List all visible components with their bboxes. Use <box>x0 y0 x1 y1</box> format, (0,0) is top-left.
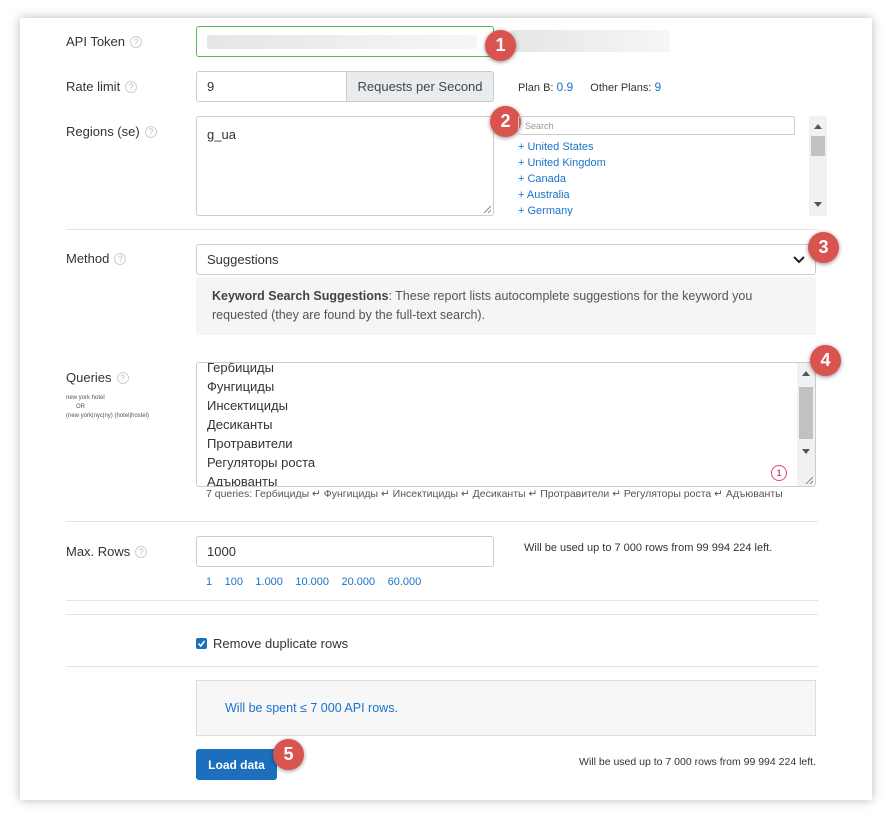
query-line: Инсектициды <box>207 398 288 413</box>
region-item[interactable]: + Germany <box>518 203 798 216</box>
regions-label: Regions (se)? <box>66 124 157 139</box>
help-icon[interactable]: ? <box>144 126 157 138</box>
method-select[interactable]: Suggestions <box>196 244 816 275</box>
load-data-button[interactable]: Load data <box>196 749 277 780</box>
settings-card: API Token? 1 Rate limit? 9 Requests per … <box>20 18 872 800</box>
resize-handle-icon[interactable] <box>483 205 491 213</box>
badge-3: 3 <box>808 232 839 263</box>
dedupe-label[interactable]: Remove duplicate rows <box>213 636 348 651</box>
regions-textarea[interactable]: g_ua <box>196 116 494 216</box>
regions-scrollbar[interactable] <box>809 116 827 216</box>
queries-hint: new york hotel OR (new york|nyc|ny) (hot… <box>66 395 150 419</box>
badge-4: 4 <box>810 345 841 376</box>
region-item[interactable]: + United Kingdom <box>518 155 798 171</box>
api-token-masked <box>207 34 477 49</box>
preset-link[interactable]: 60.000 <box>388 576 422 588</box>
scroll-thumb[interactable] <box>799 387 813 439</box>
preset-link[interactable]: 1.000 <box>255 576 283 588</box>
regions-list: + United States + United Kingdom + Canad… <box>518 139 798 216</box>
api-token-info-masked <box>510 30 670 52</box>
divider <box>66 229 818 230</box>
queries-scrollbar[interactable] <box>797 363 815 486</box>
scroll-thumb[interactable] <box>811 136 825 156</box>
query-line: Фунгициды <box>207 379 275 394</box>
regions-search-input[interactable]: Search <box>518 116 795 135</box>
dedupe-row: Remove duplicate rows <box>196 636 348 651</box>
chevron-down-icon <box>793 255 805 263</box>
spent-summary-text: Will be spent ≤ 7 000 API rows. <box>225 701 398 715</box>
query-line: Адъюванты <box>207 474 278 487</box>
queries-label: Queries? <box>66 370 129 385</box>
max-rows-presets: 1 100 1.000 10.000 20.000 60.000 <box>206 572 429 590</box>
divider <box>66 521 818 522</box>
scroll-up-icon[interactable] <box>814 124 822 129</box>
queries-summary: 7 queries: Гербициды ↵ Фунгициды ↵ Инсек… <box>206 488 783 500</box>
api-token-label: API Token? <box>66 34 143 49</box>
query-line: Регуляторы роста <box>207 455 316 470</box>
divider <box>66 614 818 615</box>
dedupe-checkbox[interactable] <box>196 638 207 649</box>
divider <box>66 600 818 601</box>
api-token-input[interactable] <box>196 26 494 57</box>
rate-limit-plans: Plan B: 0.9 Other Plans: 9 <box>518 80 662 94</box>
spent-summary-box: Will be spent ≤ 7 000 API rows. <box>196 680 816 736</box>
load-info: Will be used up to 7 000 rows from 99 99… <box>579 756 816 768</box>
rate-limit-input[interactable]: 9 <box>196 71 348 102</box>
max-rows-input[interactable]: 1000 <box>196 536 494 567</box>
preset-link[interactable]: 1 <box>206 576 212 588</box>
method-label: Method? <box>66 251 127 266</box>
query-line: Протравители <box>207 436 293 451</box>
rate-limit-unit: Requests per Second <box>346 71 494 102</box>
preset-link[interactable]: 100 <box>225 576 243 588</box>
scroll-up-icon[interactable] <box>802 371 810 376</box>
region-item[interactable]: + Australia <box>518 187 798 203</box>
resize-handle-icon[interactable] <box>805 476 813 484</box>
scroll-down-icon[interactable] <box>802 449 810 454</box>
query-counter-badge: 1 <box>771 465 787 481</box>
check-icon <box>197 640 206 648</box>
divider <box>66 666 818 667</box>
preset-link[interactable]: 20.000 <box>341 576 375 588</box>
max-rows-info: Will be used up to 7 000 rows from 99 99… <box>524 542 773 554</box>
rate-limit-label: Rate limit? <box>66 79 138 94</box>
badge-2: 2 <box>490 106 521 137</box>
help-icon[interactable]: ? <box>135 546 148 558</box>
query-line: Десиканты <box>207 417 273 432</box>
scroll-down-icon[interactable] <box>814 202 822 207</box>
queries-lines: Гербициды Фунгициды Инсектициды Десикант… <box>207 362 316 487</box>
help-icon[interactable]: ? <box>130 36 143 48</box>
method-description: Keyword Search Suggestions: These report… <box>196 277 816 335</box>
badge-5: 5 <box>273 739 304 770</box>
region-item[interactable]: + United States <box>518 139 798 155</box>
region-item[interactable]: + Canada <box>518 171 798 187</box>
help-icon[interactable]: ? <box>116 372 129 384</box>
preset-link[interactable]: 10.000 <box>295 576 329 588</box>
badge-1: 1 <box>485 30 516 61</box>
queries-textarea[interactable]: Гербициды Фунгициды Инсектициды Десикант… <box>196 362 816 487</box>
query-line: Гербициды <box>207 362 274 375</box>
help-icon[interactable]: ? <box>114 253 127 265</box>
max-rows-label: Max. Rows? <box>66 544 148 559</box>
help-icon[interactable]: ? <box>125 81 138 93</box>
